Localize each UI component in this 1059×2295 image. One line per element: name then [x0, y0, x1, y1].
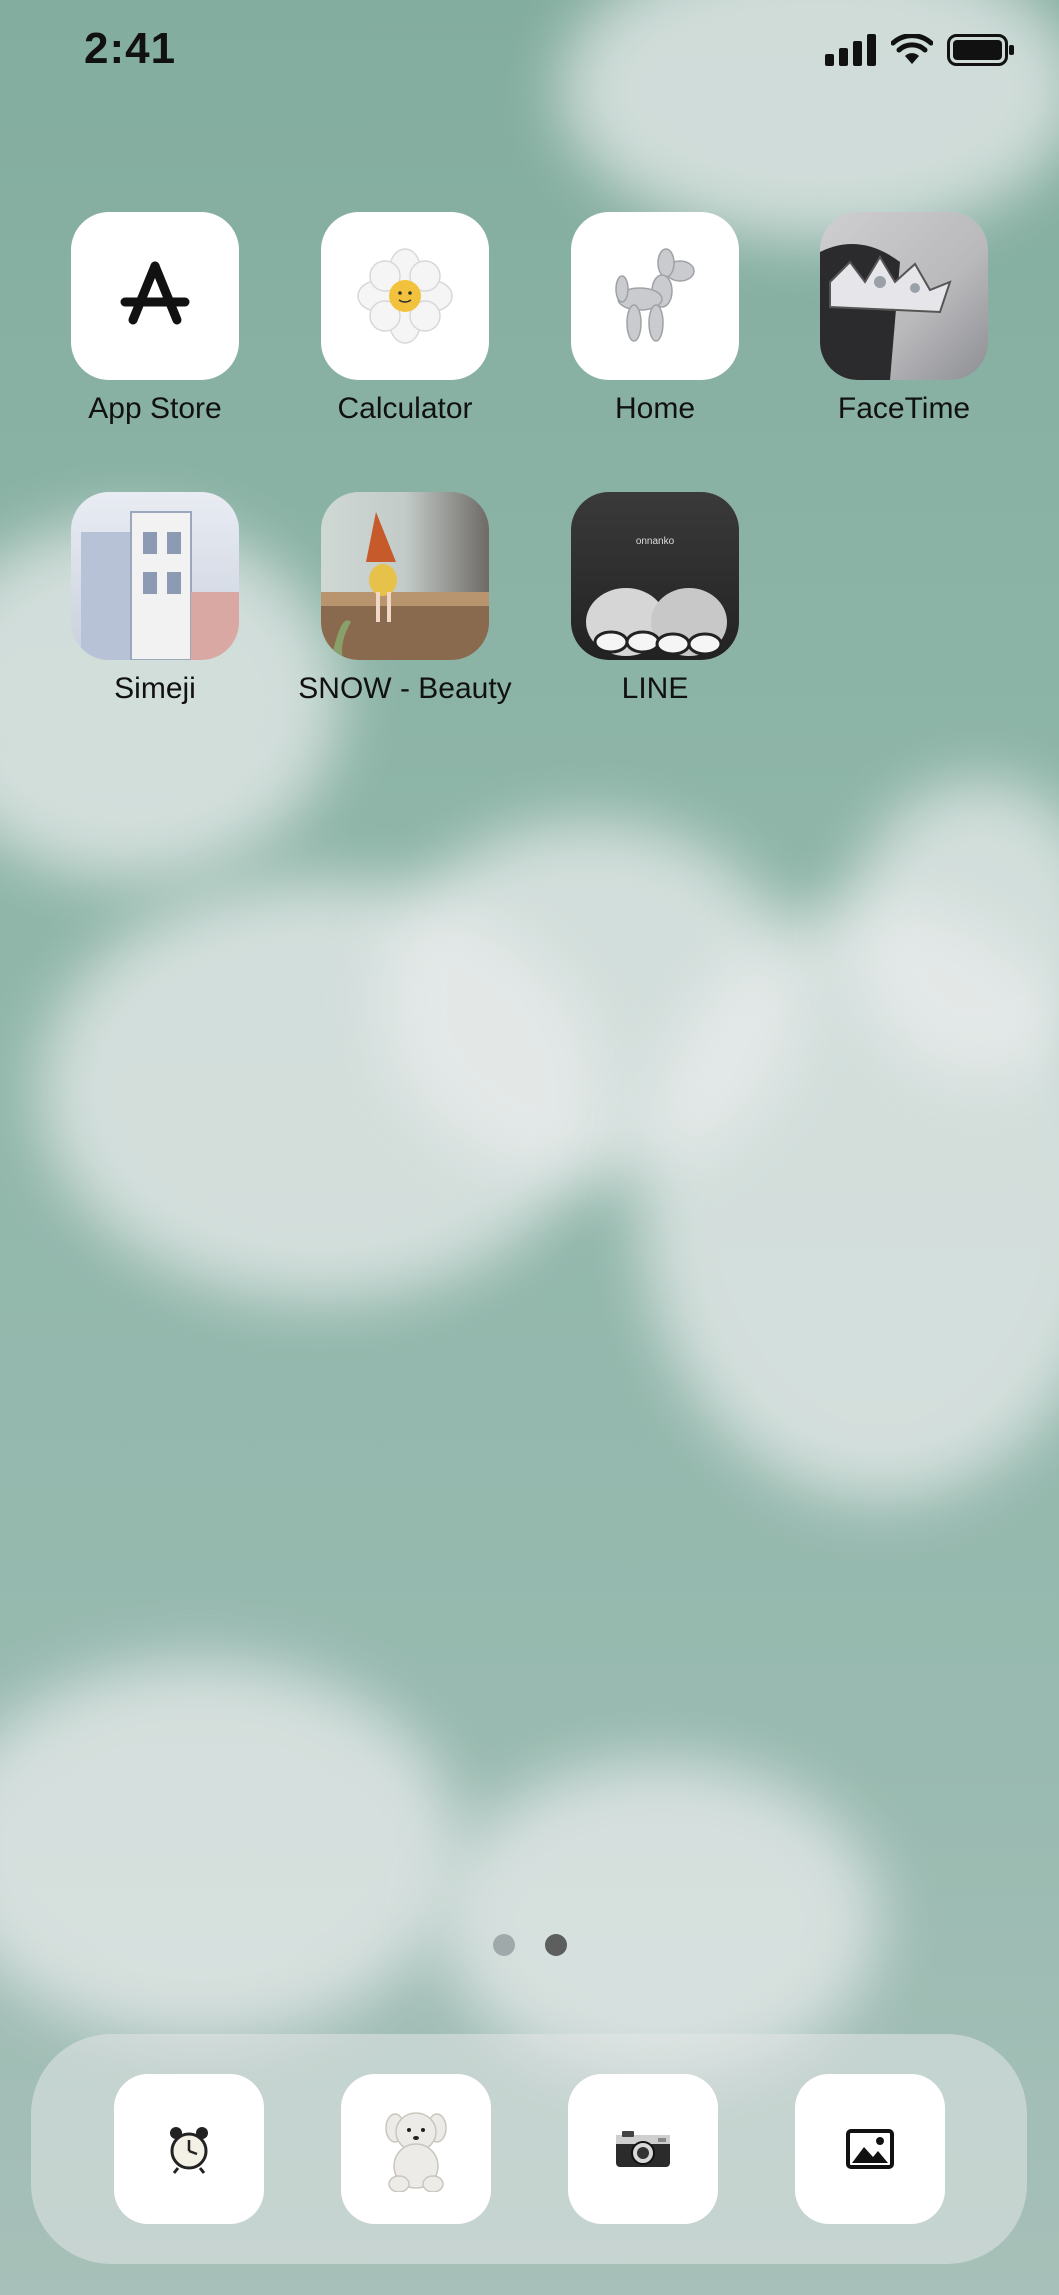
battery-icon	[947, 34, 1014, 66]
app-label: Calculator	[337, 392, 473, 425]
page-dot-1[interactable]	[492, 1934, 515, 1956]
page-dot-2[interactable]	[544, 1934, 567, 1956]
wifi-icon	[891, 34, 933, 64]
bw-photo-icon: onnanko	[571, 492, 739, 660]
facetime-app[interactable]: FaceTime	[779, 212, 1029, 426]
daisy-icon	[321, 212, 489, 380]
clock-time: 2:41	[84, 24, 177, 73]
page-indicator[interactable]	[0, 1934, 1059, 1956]
dock-photos-app[interactable]	[795, 2074, 945, 2224]
app-label: App Store	[88, 392, 222, 425]
teddy-bear-icon	[385, 2112, 447, 2192]
person-photo-icon	[321, 492, 489, 660]
status-bar: 2:41	[0, 0, 1059, 110]
simeji-app[interactable]: Simeji	[30, 492, 280, 706]
app-store-icon	[71, 212, 239, 380]
app-store-app[interactable]: App Store	[30, 212, 280, 426]
dock-clock-app[interactable]	[114, 2074, 264, 2224]
alarm-clock-icon	[170, 2127, 208, 2174]
cellular-signal-icon	[825, 34, 876, 66]
tiara-photo-icon	[820, 212, 988, 380]
camera-icon	[616, 2131, 670, 2167]
app-label: Home	[614, 392, 696, 425]
calculator-app[interactable]: Calculator	[280, 212, 530, 426]
app-label: SNOW - Beauty	[298, 672, 512, 705]
line-app[interactable]: onnanko LINE	[530, 492, 780, 706]
app-label: FaceTime	[837, 392, 971, 425]
dock-teddy-app[interactable]	[341, 2074, 491, 2224]
status-icons	[825, 34, 1015, 66]
dock-camera-app[interactable]	[568, 2074, 718, 2224]
app-label: LINE	[621, 672, 689, 705]
photos-icon	[846, 2129, 894, 2169]
home-app[interactable]: Home	[530, 212, 780, 426]
app-label: Simeji	[114, 672, 196, 705]
balloon-dog-icon	[571, 212, 739, 380]
building-photo-icon	[71, 492, 239, 660]
dock	[31, 2034, 1027, 2264]
snow-beauty-app[interactable]: SNOW - Beauty	[280, 492, 530, 706]
line-icon-caption: onnanko	[635, 536, 675, 547]
